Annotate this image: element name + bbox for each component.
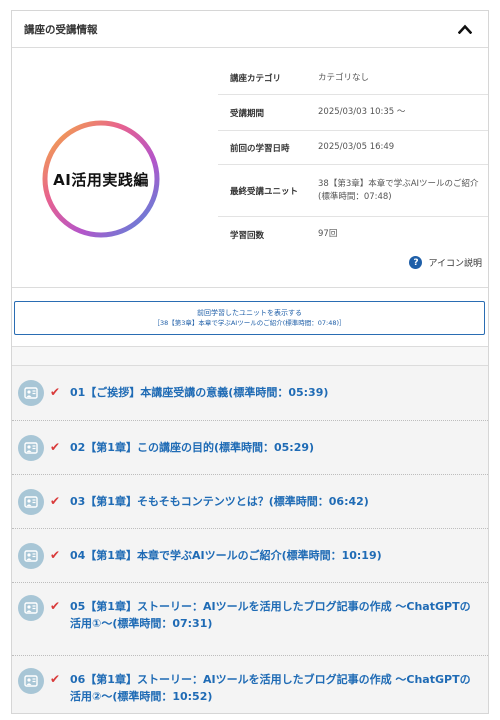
unit-item[interactable]: ✔ 01【ご挨拶】本講座受講の意義(標準時間：05:39) xyxy=(12,366,488,421)
unit-item[interactable]: ✔ 02【第1章】この講座の目的(標準時間：05:29) xyxy=(12,421,488,475)
completed-check-icon: ✔ xyxy=(50,599,61,613)
icon-help-label: アイコン説明 xyxy=(428,259,482,269)
question-icon: ? xyxy=(409,256,423,269)
unit-list: ✔ 01【ご挨拶】本講座受講の意義(標準時間：05:39) ✔ 02【第1章】こ… xyxy=(12,366,488,713)
video-lesson-icon xyxy=(18,595,44,621)
course-badge: AI活用実践編 xyxy=(40,118,162,240)
info-label: 学習回数 xyxy=(230,230,265,241)
section-divider xyxy=(12,346,488,366)
unit-item[interactable]: ✔ 05【第1章】ストーリー：AIツールを活用したブログ記事の作成 ～ChatG… xyxy=(12,583,488,656)
unit-title: 06【第1章】ストーリー：AIツールを活用したブログ記事の作成 ～ChatGPT… xyxy=(70,673,471,703)
completed-check-icon: ✔ xyxy=(50,494,61,508)
info-value: 97回 xyxy=(318,229,338,239)
unit-title: 05【第1章】ストーリー：AIツールを活用したブログ記事の作成 ～ChatGPT… xyxy=(70,600,471,630)
panel-header: 講座の受講情報 xyxy=(12,11,488,48)
info-row-period: 受講期間 2025/03/03 10:35 ～ xyxy=(218,95,488,131)
completed-check-icon: ✔ xyxy=(50,548,61,562)
video-lesson-icon xyxy=(18,380,44,406)
resume-button-label: 前回学習したユニットを表示する xyxy=(197,309,302,317)
course-info-section: AI活用実践編 講座カテゴリ カテゴリなし 受講期間 2025/03/03 10… xyxy=(12,48,488,288)
unit-title: 02【第1章】この講座の目的(標準時間：05:29) xyxy=(70,441,315,454)
info-value: 38【第3章】本章で学ぶAIツールのご紹介(標準時間：07:48) xyxy=(318,178,479,202)
info-value: 2025/03/03 10:35 ～ xyxy=(318,107,406,117)
unit-item[interactable]: ✔ 06【第1章】ストーリー：AIツールを活用したブログ記事の作成 ～ChatG… xyxy=(12,656,488,713)
panel-title: 講座の受講情報 xyxy=(24,23,98,36)
course-info-table: 講座カテゴリ カテゴリなし 受講期間 2025/03/03 10:35 ～ 前回… xyxy=(218,62,488,252)
completed-check-icon: ✔ xyxy=(50,440,61,454)
info-value: カテゴリなし xyxy=(318,72,370,83)
resume-last-unit-button[interactable]: 前回学習したユニットを表示する ［38【第3章】本章で学ぶAIツールのご紹介(標… xyxy=(14,301,485,335)
video-lesson-icon xyxy=(18,668,44,694)
unit-item[interactable]: ✔ 04【第1章】本章で学ぶAIツールのご紹介(標準時間：10:19) xyxy=(12,529,488,583)
info-label: 前回の学習日時 xyxy=(230,143,290,154)
unit-item[interactable]: ✔ 03【第1章】そもそもコンテンツとは？(標準時間：06:42) xyxy=(12,475,488,529)
info-row-study-count: 学習回数 97回 xyxy=(218,217,488,252)
info-label: 最終受講ユニット xyxy=(230,186,299,197)
icon-help-link[interactable]: ? アイコン説明 xyxy=(409,256,482,269)
course-info-panel: 講座の受講情報 AI活用実践編 講座カテゴリ カテゴリなし 受講期間 2025/… xyxy=(11,10,489,714)
chevron-up-icon xyxy=(458,24,472,34)
info-label: 受講期間 xyxy=(230,108,265,119)
unit-title: 03【第1章】そもそもコンテンツとは？(標準時間：06:42) xyxy=(70,495,369,508)
course-name: AI活用実践編 xyxy=(53,170,149,189)
completed-check-icon: ✔ xyxy=(50,385,61,399)
collapse-button[interactable] xyxy=(456,20,474,38)
unit-title: 01【ご挨拶】本講座受講の意義(標準時間：05:39) xyxy=(70,386,329,399)
info-row-category: 講座カテゴリ カテゴリなし xyxy=(218,62,488,95)
video-lesson-icon xyxy=(18,543,44,569)
info-row-last-study: 前回の学習日時 2025/03/05 16:49 xyxy=(218,131,488,165)
resume-button-unit: ［38【第3章】本章で学ぶAIツールのご紹介(標準時間：07:48)］ xyxy=(153,319,346,327)
info-value: 2025/03/05 16:49 xyxy=(318,142,395,152)
info-row-last-unit: 最終受講ユニット 38【第3章】本章で学ぶAIツールのご紹介(標準時間：07:4… xyxy=(218,165,488,217)
unit-title: 04【第1章】本章で学ぶAIツールのご紹介(標準時間：10:19) xyxy=(70,549,382,562)
completed-check-icon: ✔ xyxy=(50,672,61,686)
video-lesson-icon xyxy=(18,435,44,461)
info-label: 講座カテゴリ xyxy=(230,74,282,84)
video-lesson-icon xyxy=(18,489,44,515)
